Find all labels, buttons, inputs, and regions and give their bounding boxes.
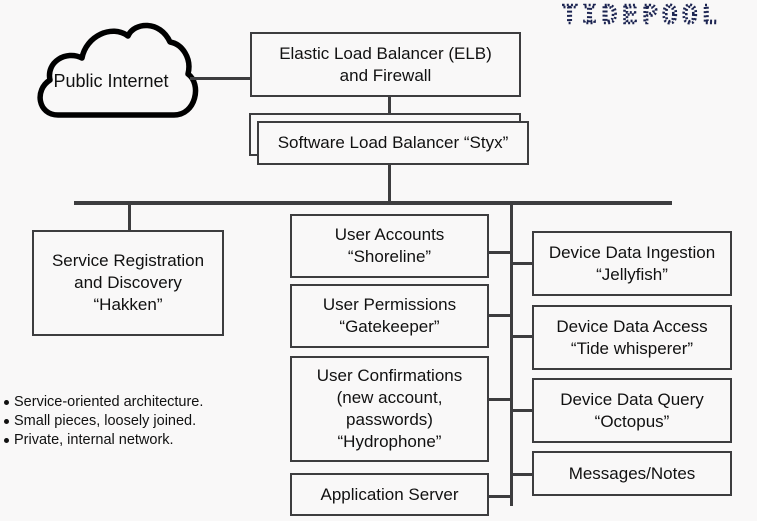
elb-firewall-box[interactable]: Elastic Load Balancer (ELB) and Firewall <box>250 32 521 97</box>
elb-line-1: Elastic Load Balancer (ELB) <box>279 43 492 63</box>
hakken-box[interactable]: Service Registration and Discovery “Hakk… <box>32 230 224 336</box>
gatekeeper-line-1: User Permissions <box>322 295 457 314</box>
connector-bus-hakken <box>128 204 131 231</box>
jellyfish-line-1: Device Data Ingestion <box>548 242 716 262</box>
service-trunk <box>510 204 513 506</box>
connector-application-server <box>488 495 511 498</box>
tide-whisperer-line-2: “Tide whisperer” <box>570 338 694 358</box>
tide-whisperer-box[interactable]: Device Data Access “Tide whisperer” <box>532 305 732 370</box>
octopus-line-1: Device Data Query <box>560 389 704 409</box>
application-server-box[interactable]: Application Server <box>290 473 489 516</box>
logo-text: TIDEPOOL <box>562 2 722 28</box>
note-item: Service-oriented architecture. <box>2 393 203 412</box>
jellyfish-box[interactable]: Device Data Ingestion “Jellyfish” <box>532 231 732 296</box>
hakken-line-2: and Discovery <box>74 273 182 292</box>
connector-octopus <box>511 409 533 412</box>
hydrophone-line-4: “Hydrophone” <box>337 432 442 451</box>
hydrophone-box[interactable]: User Confirmations (new account, passwor… <box>290 356 489 462</box>
application-server-label: Application Server <box>320 484 459 504</box>
cloud-icon <box>37 22 199 118</box>
hydrophone-line-2: (new account, <box>336 388 443 407</box>
shoreline-line-1: User Accounts <box>334 225 445 244</box>
styx-box[interactable]: Software Load Balancer “Styx” <box>257 121 529 165</box>
architecture-diagram: TIDEPOOL Public Internet Elastic Load Ba… <box>0 0 757 521</box>
octopus-line-2: “Octopus” <box>594 411 670 431</box>
elb-line-2: and Firewall <box>339 65 432 85</box>
tidepool-logo: TIDEPOOL <box>562 2 722 28</box>
jellyfish-line-2: “Jellyfish” <box>596 264 668 284</box>
connector-jellyfish <box>511 262 533 265</box>
tide-whisperer-line-1: Device Data Access <box>556 316 708 336</box>
architecture-notes: Service-oriented architecture. Small pie… <box>2 393 203 450</box>
hakken-line-3: “Hakken” <box>93 295 163 314</box>
gatekeeper-line-2: “Gatekeeper” <box>339 317 440 336</box>
connector-cloud-elb <box>190 77 251 80</box>
hydrophone-line-3: passwords) <box>346 410 433 429</box>
connector-shoreline <box>488 251 511 254</box>
messages-notes-box[interactable]: Messages/Notes <box>532 451 732 496</box>
shoreline-line-2: “Shoreline” <box>347 247 432 266</box>
note-item: Small pieces, loosely joined. <box>2 412 203 431</box>
shoreline-box[interactable]: User Accounts “Shoreline” <box>290 214 489 278</box>
connector-messages-notes <box>511 473 533 476</box>
hakken-line-1: Service Registration <box>51 251 205 270</box>
gatekeeper-box[interactable]: User Permissions “Gatekeeper” <box>290 284 489 348</box>
hydrophone-line-1: User Confirmations <box>316 366 463 385</box>
octopus-box[interactable]: Device Data Query “Octopus” <box>532 378 732 443</box>
service-bus <box>74 201 672 205</box>
messages-notes-label: Messages/Notes <box>568 463 696 483</box>
styx-label: Software Load Balancer “Styx” <box>277 133 509 152</box>
connector-tide-whisperer <box>511 335 533 338</box>
note-item: Private, internal network. <box>2 431 203 450</box>
connector-elb-styx <box>388 96 391 114</box>
public-internet-label: Public Internet <box>53 71 169 91</box>
connector-gatekeeper <box>488 314 511 317</box>
connector-styx-bus <box>388 164 391 204</box>
connector-hydrophone <box>488 398 511 401</box>
